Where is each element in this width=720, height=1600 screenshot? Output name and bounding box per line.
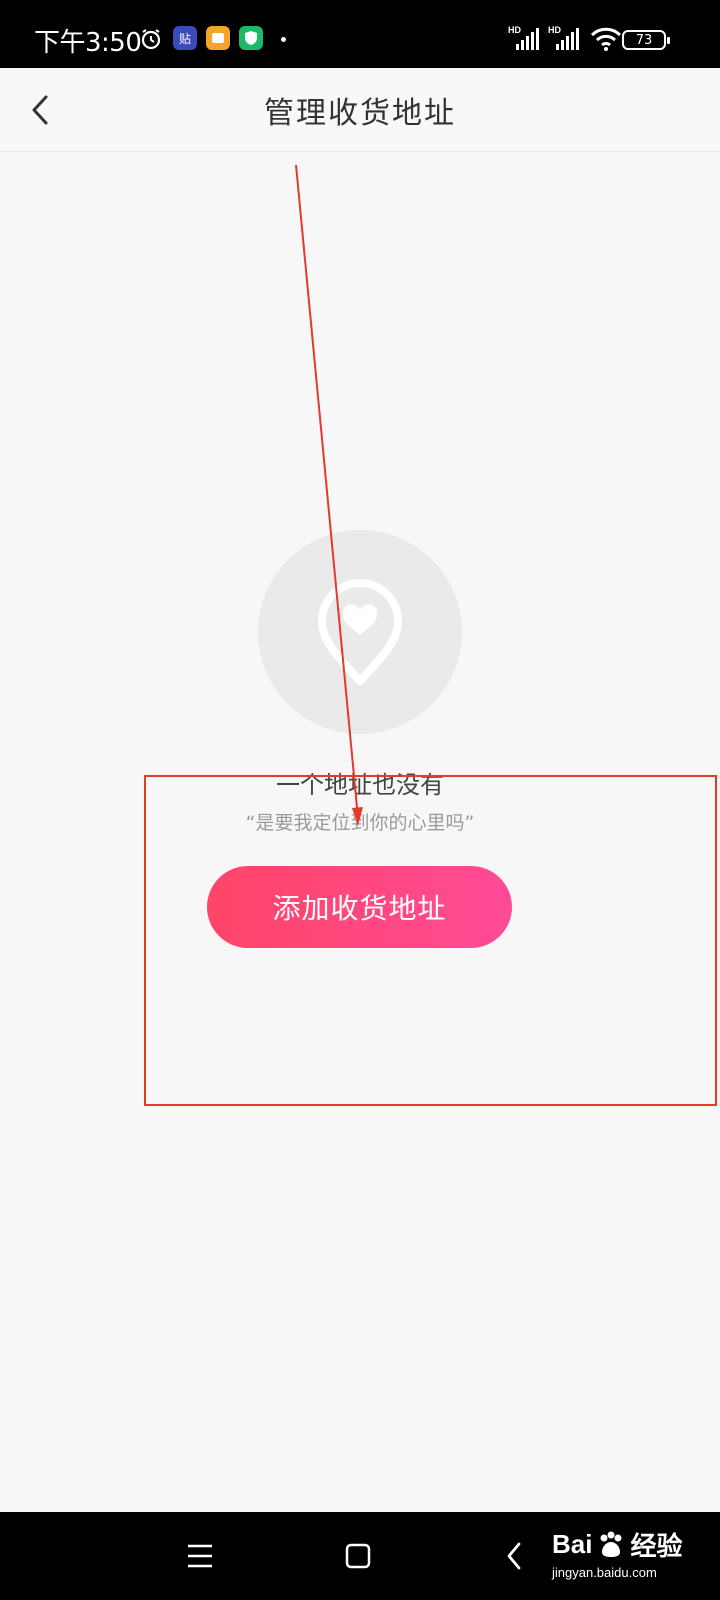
home-square-icon	[345, 1543, 371, 1569]
signal-icon: HD	[508, 25, 539, 50]
menu-button[interactable]	[178, 1534, 222, 1578]
battery-icon: 73	[622, 30, 670, 50]
location-heart-icon	[318, 579, 402, 685]
watermark-logo-text-2: 经验	[630, 1531, 683, 1561]
page-title: 管理收货地址	[264, 96, 456, 131]
notification-dot	[281, 37, 286, 42]
notes-icon	[206, 26, 230, 50]
status-time: 下午3:50	[34, 28, 142, 58]
security-shield-icon	[239, 26, 263, 50]
add-address-button[interactable]: 添加收货地址	[207, 866, 512, 948]
empty-illustration	[258, 530, 462, 734]
watermark-logo: Bai 经验	[552, 1526, 682, 1563]
alarm-icon	[141, 29, 161, 50]
annotation-arrow	[295, 164, 363, 826]
status-bar: 下午3:50 贴 HD HD 73	[0, 0, 720, 68]
battery-level: 73	[635, 32, 653, 48]
watermark-logo-text: Bai	[552, 1529, 593, 1559]
nav-back-button[interactable]	[492, 1534, 536, 1578]
home-button[interactable]	[336, 1534, 380, 1578]
page-header: 管理收货地址	[0, 68, 720, 152]
baidu-watermark: Bai 经验 jingyan.baidu.com	[552, 1526, 682, 1580]
empty-subtitle: “是要我定位到你的心里吗”	[245, 812, 475, 834]
svg-text:HD: HD	[508, 25, 521, 35]
empty-title: 一个地址也没有	[276, 771, 444, 799]
wifi-icon	[590, 27, 622, 51]
watermark-url: jingyan.baidu.com	[552, 1565, 657, 1580]
back-icon	[507, 1542, 521, 1570]
svg-text:HD: HD	[548, 25, 561, 35]
paw-icon	[600, 1531, 622, 1557]
signal-icon: HD	[548, 25, 579, 50]
menu-icon	[188, 1544, 212, 1568]
tieba-icon: 贴	[173, 26, 197, 50]
